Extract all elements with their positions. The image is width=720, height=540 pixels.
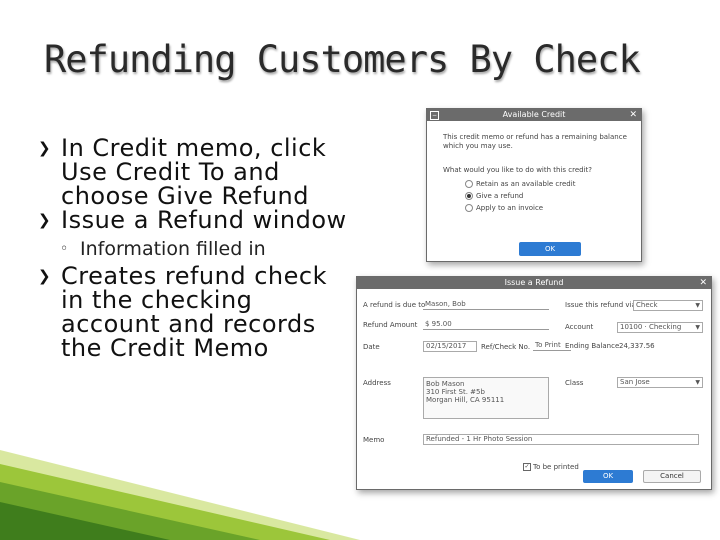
option-retain-credit[interactable]: Retain as an available credit	[465, 180, 575, 188]
bullet-list: ❯ In Credit memo, click Use Credit To an…	[36, 136, 356, 360]
date-field[interactable]: 02/15/2017	[423, 341, 477, 352]
system-menu-icon[interactable]: −	[430, 111, 439, 120]
bullet-text: Issue a Refund window	[61, 206, 347, 234]
refund-amount-field[interactable]: $ 95.00	[423, 320, 549, 330]
radio-icon[interactable]	[465, 180, 473, 188]
sub-bullet-text: Information filled in	[80, 238, 266, 260]
slide-title: Refunding Customers By Check	[44, 38, 641, 81]
dialog-title: Issue a Refund	[504, 278, 564, 287]
issue-via-dropdown[interactable]: Check ▼	[633, 300, 703, 311]
bullet-item: ❯ Issue a Refund window	[36, 208, 356, 232]
radio-icon[interactable]	[465, 204, 473, 212]
available-credit-dialog: − Available Credit ✕ This credit memo or…	[426, 108, 642, 262]
arrow-bullet-icon: ❯	[38, 267, 52, 285]
bullet-text: In Credit memo, click Use Credit To and …	[61, 134, 327, 210]
cancel-button[interactable]: Cancel	[643, 470, 701, 483]
arrow-bullet-icon: ❯	[38, 211, 52, 229]
ending-balance-value: 24,337.56	[619, 342, 655, 350]
decorative-stripe	[0, 450, 360, 540]
account-dropdown[interactable]: 10100 · Checking ▼	[617, 322, 703, 333]
option-give-refund[interactable]: Give a refund	[465, 192, 523, 200]
refund-due-label: A refund is due to	[363, 301, 426, 309]
radio-selected-icon[interactable]	[465, 192, 473, 200]
class-label: Class	[565, 379, 584, 387]
refund-due-field[interactable]: Mason, Bob	[423, 300, 549, 310]
bullet-text: Creates refund check in the checking acc…	[61, 262, 327, 362]
class-dropdown[interactable]: San Jose ▼	[617, 377, 703, 388]
account-label: Account	[565, 323, 594, 331]
chevron-down-icon: ▼	[695, 379, 700, 386]
address-box[interactable]: Bob Mason 310 First St. #5b Morgan Hill,…	[423, 377, 549, 419]
arrow-bullet-icon: ❯	[38, 139, 52, 157]
checkmark-icon[interactable]: ✓	[523, 463, 531, 471]
close-icon[interactable]: ✕	[629, 109, 637, 121]
credit-message: This credit memo or refund has a remaini…	[443, 133, 627, 150]
credit-question: What would you like to do with this cred…	[443, 166, 592, 174]
bullet-item: ❯ In Credit memo, click Use Credit To an…	[36, 136, 356, 208]
ref-check-label: Ref/Check No.	[481, 343, 531, 351]
sub-bullet-item: ◦ Information filled in	[36, 238, 356, 260]
issue-via-label: Issue this refund via	[565, 301, 636, 309]
date-label: Date	[363, 343, 380, 351]
ending-balance-label: Ending Balance	[565, 342, 620, 350]
chevron-down-icon: ▼	[695, 302, 700, 309]
ok-button[interactable]: OK	[583, 470, 633, 483]
close-icon[interactable]: ✕	[699, 277, 707, 289]
address-label: Address	[363, 379, 391, 387]
refund-amount-label: Refund Amount	[363, 321, 418, 329]
circle-bullet-icon: ◦	[60, 241, 69, 257]
memo-field[interactable]: Refunded - 1 Hr Photo Session	[423, 434, 699, 445]
bullet-item: ❯ Creates refund check in the checking a…	[36, 264, 356, 360]
dialog-titlebar: Issue a Refund ✕	[357, 277, 711, 289]
to-be-printed-checkbox[interactable]: ✓ To be printed	[523, 463, 579, 471]
memo-label: Memo	[363, 436, 385, 444]
option-apply-invoice[interactable]: Apply to an invoice	[465, 204, 543, 212]
ok-button[interactable]: OK	[519, 242, 581, 256]
dialog-title: Available Credit	[502, 110, 566, 119]
issue-refund-dialog: Issue a Refund ✕ A refund is due to Maso…	[356, 276, 712, 490]
chevron-down-icon: ▼	[695, 324, 700, 331]
dialog-titlebar: − Available Credit ✕	[427, 109, 641, 121]
